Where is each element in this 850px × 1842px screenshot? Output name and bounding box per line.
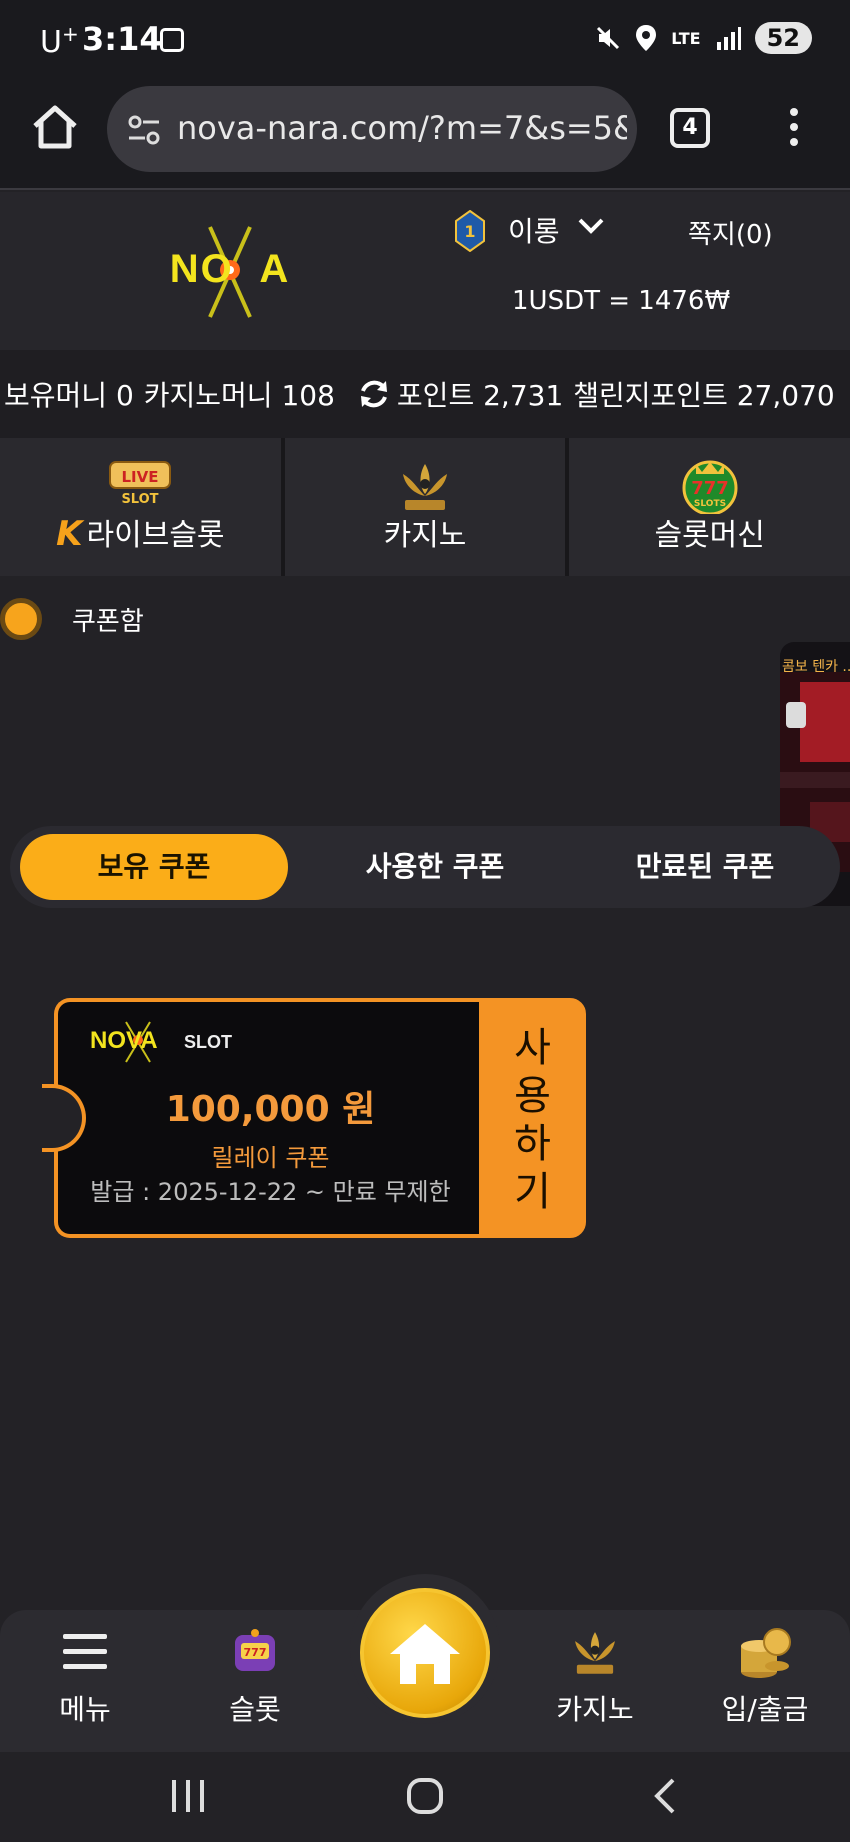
- status-icons: LTE 52: [595, 22, 812, 54]
- browser-toolbar: nova-nara.com/?m=7&s=5& 4: [0, 80, 850, 190]
- svg-text:NOVA: NOVA: [170, 247, 291, 291]
- nav-live-slot-label: K 라이브슬롯: [56, 514, 225, 554]
- coupon-validity: 발급 : 2025-12-22 ~ 만료 무제한: [90, 1178, 451, 1206]
- bottom-nav-casino[interactable]: 카지노: [520, 1624, 670, 1728]
- svg-text:SLOT: SLOT: [122, 492, 159, 506]
- svg-text:777: 777: [691, 478, 729, 499]
- battery-level: 52: [754, 22, 812, 54]
- svg-text:777: 777: [244, 1646, 267, 1659]
- home-button[interactable]: [360, 1588, 490, 1718]
- 777-slots-icon: 777SLOTS: [682, 460, 738, 514]
- hold-money: 보유머니 0: [4, 379, 134, 412]
- nav-slot-machine-label: 슬롯머신: [654, 518, 765, 553]
- recent-apps-icon[interactable]: [168, 1776, 208, 1816]
- browser-home-icon[interactable]: [30, 102, 80, 152]
- coupon-tabs: 보유 쿠폰 사용한 쿠폰 만료된 쿠폰: [10, 826, 840, 908]
- svg-text:NOVA: NOVA: [90, 1027, 158, 1054]
- network-label: LTE: [671, 28, 701, 48]
- coupon-body: NOVA SLOT 100,000 원 릴레이 쿠폰 발급 : 2025-12-…: [54, 998, 479, 1238]
- points: 포인트 2,731: [396, 379, 564, 412]
- tab-expired-coupons[interactable]: 만료된 쿠폰: [580, 834, 830, 900]
- coupon-card: NOVA SLOT 100,000 원 릴레이 쿠폰 발급 : 2025-12-…: [42, 998, 586, 1238]
- coupon-box-heading: 쿠폰함: [0, 598, 144, 640]
- system-home-icon[interactable]: [405, 1776, 445, 1816]
- back-icon[interactable]: [645, 1776, 685, 1816]
- svg-text:SLOTS: SLOTS: [694, 499, 726, 509]
- svg-text:LIVE: LIVE: [122, 468, 159, 486]
- k-slot-lotus-icon: [575, 1632, 615, 1674]
- coupon-box-title: 쿠폰함: [72, 606, 144, 637]
- coupon-type: 릴레이 쿠폰: [211, 1144, 330, 1172]
- signal-icon: [716, 27, 741, 50]
- site-settings-icon[interactable]: [125, 110, 165, 150]
- browser-menu-icon[interactable]: [790, 108, 800, 148]
- hamburger-icon: [63, 1634, 107, 1669]
- tab-switcher-button[interactable]: 4: [670, 108, 710, 148]
- game-category-nav: LIVE SLOT K 라이브슬롯 카지노 777 SLOTS 슬롯머신: [0, 438, 850, 576]
- k-slot-lotus-icon: [403, 464, 447, 510]
- rank-badge-icon: 1: [455, 210, 485, 252]
- bottom-nav-menu[interactable]: 메뉴: [10, 1624, 160, 1728]
- slot-machine-icon: 777: [235, 1629, 275, 1671]
- site-header: NOVA 1 이롱 쪽지(0) 1USDT = 1476₩: [0, 192, 850, 350]
- system-nav-bar: [0, 1752, 850, 1842]
- nova-slot-logo: NOVA SLOT: [90, 1021, 232, 1063]
- carrier-label: U+: [40, 22, 79, 60]
- nav-slot-machine[interactable]: 777 SLOTS 슬롯머신: [569, 438, 850, 576]
- coins-icon: [741, 1628, 791, 1678]
- house-icon: [390, 1624, 460, 1684]
- url-text[interactable]: nova-nara.com/?m=7&s=5&: [177, 109, 627, 147]
- clock: 3:14: [82, 20, 162, 58]
- refresh-icon[interactable]: [357, 377, 391, 411]
- address-bar[interactable]: nova-nara.com/?m=7&s=5&: [107, 86, 637, 172]
- status-bar: U+ 3:14 LTE 52: [0, 0, 850, 80]
- exchange-rate: 1USDT = 1476₩: [512, 286, 731, 316]
- bottom-nav-deposit[interactable]: 입/출금: [690, 1624, 840, 1728]
- use-coupon-button[interactable]: 사 용 하 기: [479, 998, 586, 1238]
- nav-casino-label: 카지노: [383, 518, 467, 553]
- nova-logo[interactable]: NOVA: [140, 222, 320, 322]
- coupon-amount: 100,000 원: [165, 1089, 376, 1130]
- bottom-nav-slot[interactable]: 777 슬롯: [180, 1624, 330, 1728]
- chevron-down-icon[interactable]: [578, 218, 604, 234]
- nav-casino[interactable]: 카지노: [284, 438, 566, 576]
- balance-bar: 보유머니 0 카지노머니 108 포인트 2,731 챌린지포인트 27,070: [0, 350, 850, 438]
- nav-live-slot[interactable]: LIVE SLOT K 라이브슬롯: [0, 438, 281, 576]
- svg-text:1: 1: [464, 222, 475, 241]
- screen-record-icon: [160, 28, 184, 52]
- location-icon: [636, 25, 657, 51]
- user-name[interactable]: 이롱: [508, 210, 560, 250]
- challenge-points: 챌린지포인트 27,070: [573, 379, 835, 412]
- svg-text:SLOT: SLOT: [184, 1032, 232, 1052]
- live-slot-icon: LIVE SLOT: [109, 461, 172, 506]
- casino-money: 카지노머니 108: [143, 379, 335, 412]
- messages-link[interactable]: 쪽지(0): [688, 214, 773, 251]
- mute-icon: [597, 26, 620, 50]
- section-dot-icon: [0, 598, 42, 640]
- k-logo-icon: K: [56, 514, 83, 554]
- tab-owned-coupons[interactable]: 보유 쿠폰: [20, 834, 288, 900]
- tab-used-coupons[interactable]: 사용한 쿠폰: [310, 834, 560, 900]
